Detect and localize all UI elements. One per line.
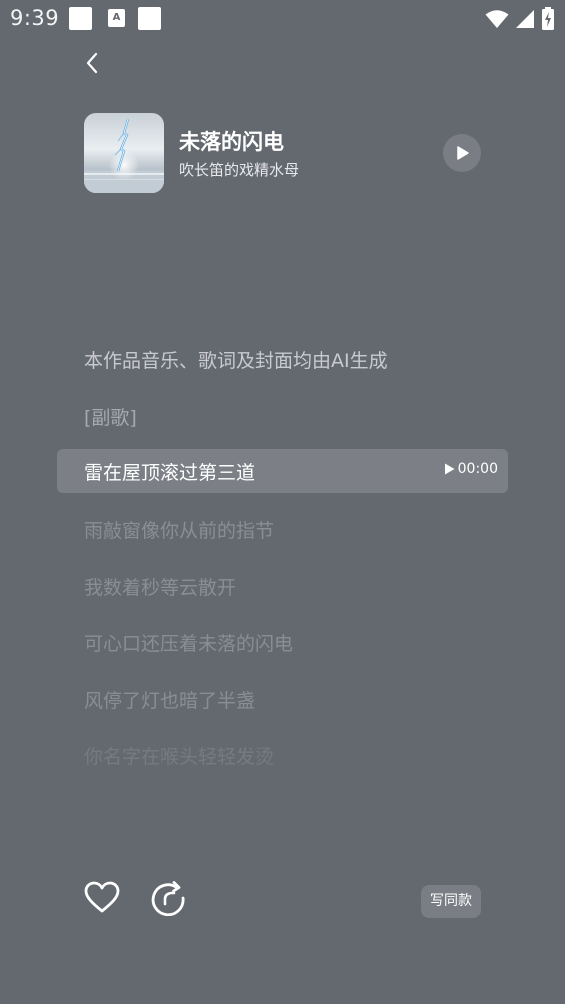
- lyric-line[interactable]: 你名字在喉头轻轻发烫: [84, 742, 274, 769]
- share-icon: [151, 881, 185, 917]
- notification-square-icon: [138, 7, 161, 30]
- lyric-line[interactable]: 我数着秒等云散开: [84, 573, 236, 600]
- song-header: [84, 113, 484, 193]
- chevron-left-icon: [86, 52, 98, 74]
- signal-icon: [516, 10, 534, 28]
- lyric-timestamp: 00:00: [457, 461, 498, 477]
- song-artist[interactable]: 吹长笛的戏精水母: [179, 159, 299, 180]
- status-time: 9:39: [10, 6, 60, 30]
- share-button[interactable]: [150, 880, 186, 917]
- lyric-line[interactable]: 风停了灯也暗了半盏: [84, 686, 255, 713]
- lyric-line[interactable]: 雨敲窗像你从前的指节: [84, 516, 274, 543]
- status-icons: [485, 7, 555, 31]
- battery-charging-icon: [542, 7, 554, 30]
- back-button[interactable]: [78, 48, 106, 78]
- write-same-button[interactable]: 写同款: [421, 885, 481, 918]
- ai-notice: 本作品音乐、歌词及封面均由AI生成: [84, 350, 388, 372]
- like-button[interactable]: [84, 880, 120, 916]
- status-bar: 9:39 A: [0, 0, 565, 38]
- cover-art[interactable]: [84, 113, 164, 193]
- lyric-section-label: [副歌]: [84, 407, 137, 429]
- lightning-cover-art: [84, 113, 164, 193]
- song-title: 未落的闪电: [179, 130, 284, 154]
- play-icon: [444, 463, 455, 475]
- lyric-play-from-button[interactable]: 00:00: [444, 461, 498, 477]
- heart-icon: [84, 881, 120, 913]
- active-lyric-text: 雷在屋顶滚过第三道: [84, 462, 256, 484]
- a-badge-icon: A: [108, 9, 125, 27]
- play-button[interactable]: [443, 134, 481, 172]
- wifi-icon: [485, 10, 509, 28]
- lyric-line-active[interactable]: 雷在屋顶滚过第三道 00:00: [57, 449, 508, 493]
- play-icon: [457, 146, 469, 160]
- lyric-line[interactable]: 可心口还压着未落的闪电: [84, 629, 293, 656]
- notification-square-icon: [69, 7, 92, 30]
